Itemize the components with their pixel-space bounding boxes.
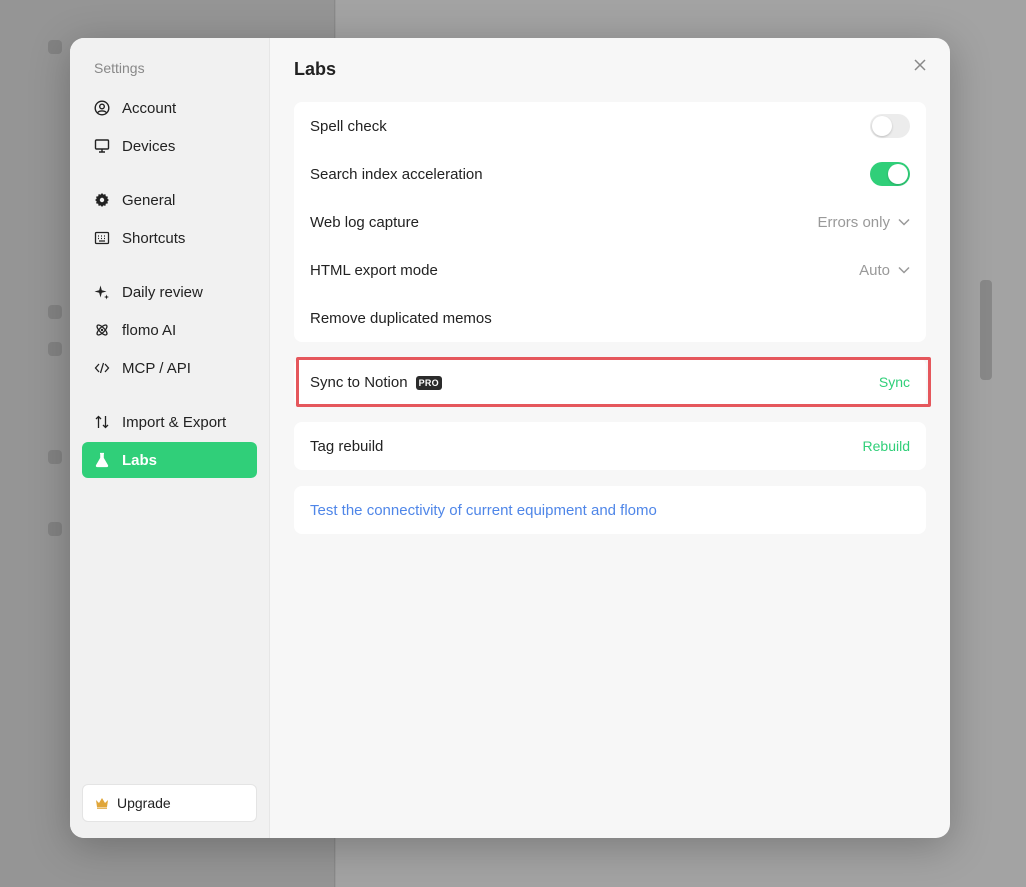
sync-notion-label: Sync to Notion [310,373,408,391]
sidebar-item-labs[interactable]: Labs [82,442,257,478]
spell-check-toggle[interactable] [870,114,910,138]
html-export-value: Auto [859,261,890,279]
flask-icon [94,452,110,468]
sidebar-item-label: Shortcuts [122,229,186,247]
sidebar-item-label: Account [122,99,177,117]
close-button[interactable] [912,59,928,75]
background-shape [48,450,62,464]
settings-modal: Settings Account Devices General Shortcu… [70,38,950,838]
chevron-down-icon [898,266,910,274]
crown-icon [95,797,109,809]
sidebar-item-label: General [122,191,176,209]
search-index-toggle[interactable] [870,162,910,186]
html-export-select[interactable]: Auto [859,262,910,279]
arrows-up-down-icon [94,414,110,430]
sidebar-item-import-export[interactable]: Import & Export [82,404,257,440]
connectivity-row: Test the connectivity of current equipme… [294,486,926,534]
chevron-down-icon [898,218,910,226]
sidebar-item-devices[interactable]: Devices [82,128,257,164]
sidebar-title: Settings [94,60,145,76]
tag-rebuild-card: Tag rebuild Rebuild [294,422,926,470]
close-icon [914,58,926,76]
sidebar-item-daily-review[interactable]: Daily review [82,274,257,310]
sync-notion-row: Sync to Notion PRO Sync [294,358,926,406]
remove-duplicated-label: Remove duplicated memos [310,309,492,327]
sidebar-item-label: Daily review [122,283,203,301]
background-shape [48,40,62,54]
web-log-value: Errors only [817,213,890,231]
spell-check-label: Spell check [310,117,387,135]
background-scrollbar [980,280,992,380]
sidebar-item-flomo-ai[interactable]: flomo AI [82,312,257,348]
account-circle-icon [94,100,110,116]
atom-icon [94,322,110,338]
web-log-label: Web log capture [310,213,419,231]
sync-notion-label-group: Sync to Notion PRO [310,374,442,391]
sync-button[interactable]: Sync [879,374,910,390]
sync-notion-card: Sync to Notion PRO Sync [294,358,926,406]
sidebar-item-general[interactable]: General [82,182,257,218]
settings-content: Labs Spell check Search index accelerati… [270,38,950,838]
sidebar-item-label: MCP / API [122,359,191,377]
connectivity-test-link[interactable]: Test the connectivity of current equipme… [310,502,657,519]
web-log-row: Web log capture Errors only [294,198,926,246]
spell-check-row: Spell check [294,102,926,150]
pro-badge: PRO [415,375,442,390]
html-export-row: HTML export mode Auto [294,246,926,294]
sidebar-item-label: flomo AI [122,321,177,339]
upgrade-button[interactable]: Upgrade [82,784,257,822]
search-index-label: Search index acceleration [310,165,483,183]
search-index-row: Search index acceleration [294,150,926,198]
settings-sidebar: Settings Account Devices General Shortcu… [70,38,270,838]
web-log-select[interactable]: Errors only [817,214,910,231]
tag-rebuild-label: Tag rebuild [310,437,384,455]
html-export-label: HTML export mode [310,261,438,279]
sparkle-icon [94,284,110,300]
tag-rebuild-row: Tag rebuild Rebuild [294,422,926,470]
sidebar-item-shortcuts[interactable]: Shortcuts [82,220,257,256]
background-shape [48,522,62,536]
sidebar-item-label: Import & Export [122,413,227,431]
remove-duplicated-row[interactable]: Remove duplicated memos [294,294,926,342]
background-shape [48,305,62,319]
page-title: Labs [294,59,337,79]
monitor-icon [94,138,110,154]
background-shape [48,342,62,356]
rebuild-button[interactable]: Rebuild [863,438,910,454]
connectivity-card: Test the connectivity of current equipme… [294,486,926,534]
settings-nav: Account Devices General Shortcuts Daily … [82,90,257,480]
sidebar-item-label: Devices [122,137,176,155]
gear-icon [94,192,110,208]
code-icon [94,360,110,376]
keyboard-icon [94,230,110,246]
upgrade-label: Upgrade [117,795,171,811]
sidebar-item-label: Labs [122,451,158,469]
sidebar-item-account[interactable]: Account [82,90,257,126]
labs-settings-card: Spell check Search index acceleration We… [294,102,926,342]
sidebar-item-mcp-api[interactable]: MCP / API [82,350,257,386]
